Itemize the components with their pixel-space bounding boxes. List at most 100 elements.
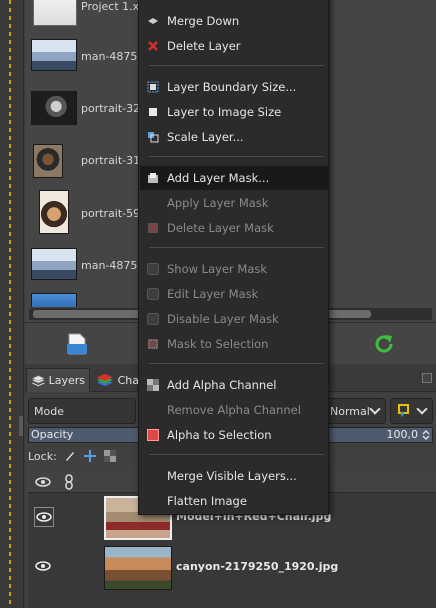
layer-context-menu: Merge Down Delete Layer Layer Boundary S… bbox=[138, 0, 329, 515]
lock-row: Lock: bbox=[28, 447, 117, 465]
visibility-toggle[interactable] bbox=[34, 507, 54, 527]
mode-label-box: Mode bbox=[28, 398, 136, 424]
menu-item-label: Alpha to Selection bbox=[167, 428, 272, 442]
menu-item-scale-layer[interactable]: Scale Layer... bbox=[140, 125, 328, 149]
menu-item-label: Add Layer Mask... bbox=[167, 171, 270, 185]
mode-label: Mode bbox=[34, 404, 64, 418]
chain-icon bbox=[65, 474, 73, 490]
lock-pixels-icon[interactable] bbox=[63, 449, 77, 463]
tab-channels-label: Cha bbox=[117, 373, 139, 387]
merge-down-icon bbox=[148, 18, 158, 24]
tab-layers[interactable]: Layers bbox=[26, 368, 90, 392]
chevron-down-icon bbox=[416, 403, 428, 415]
menu-item-label: Apply Layer Mask bbox=[167, 196, 269, 210]
menu-item-layer-to-image-size[interactable]: Layer to Image Size bbox=[140, 100, 328, 124]
menu-separator bbox=[149, 363, 324, 364]
chevron-down-icon bbox=[369, 403, 381, 415]
mask-to-selection-icon bbox=[148, 339, 158, 349]
document-icon bbox=[67, 333, 87, 355]
checkbox-icon bbox=[147, 263, 159, 275]
menu-item-label: Flatten Image bbox=[167, 494, 247, 508]
menu-item-delete-layer-mask[interactable]: Delete Layer Mask bbox=[140, 216, 328, 240]
alpha-checker-icon bbox=[147, 379, 159, 391]
selection-marching-ants bbox=[9, 0, 11, 608]
open-image-button[interactable] bbox=[61, 328, 93, 360]
channels-icon bbox=[96, 373, 113, 387]
layers-icon bbox=[31, 374, 46, 386]
lock-position-icon[interactable] bbox=[83, 449, 97, 463]
delete-mask-icon bbox=[148, 223, 158, 233]
menu-separator bbox=[149, 65, 324, 66]
menu-item-label: Merge Visible Layers... bbox=[167, 469, 297, 483]
menu-separator bbox=[149, 454, 324, 455]
image-thumbnail bbox=[31, 248, 77, 280]
menu-item-alpha-to-selection[interactable]: Alpha to Selection bbox=[140, 423, 328, 447]
image-thumbnail bbox=[39, 190, 69, 234]
delete-icon bbox=[148, 41, 158, 51]
image-thumbnail bbox=[33, 0, 77, 26]
reload-button[interactable] bbox=[368, 328, 400, 360]
image-name: portrait-59 bbox=[81, 207, 141, 220]
menu-item-label: Layer to Image Size bbox=[167, 105, 282, 119]
alpha-to-selection-icon bbox=[147, 429, 159, 441]
layer-row[interactable]: canyon-2179250_1920.jpg bbox=[28, 544, 436, 592]
opacity-value: 100,0 bbox=[386, 428, 419, 441]
layer-to-image-icon bbox=[149, 108, 157, 116]
menu-item-delete-layer[interactable]: Delete Layer bbox=[140, 34, 328, 58]
menu-item-layer-boundary-size[interactable]: Layer Boundary Size... bbox=[140, 75, 328, 99]
menu-item-mask-to-selection[interactable]: Mask to Selection bbox=[140, 332, 328, 356]
menu-item-label: Scale Layer... bbox=[167, 130, 244, 144]
tab-channels[interactable]: Cha bbox=[91, 368, 143, 392]
eye-icon bbox=[36, 512, 52, 522]
visibility-toggle[interactable] bbox=[34, 557, 54, 577]
scale-layer-icon bbox=[148, 132, 159, 143]
menu-separator bbox=[149, 156, 324, 157]
menu-item-apply-layer-mask[interactable]: Apply Layer Mask bbox=[140, 191, 328, 215]
gimp-window: Project 1.xc man-48756 portrait-320 port… bbox=[0, 0, 436, 608]
menu-item-label: Disable Layer Mask bbox=[167, 312, 279, 326]
menu-item-add-alpha-channel[interactable]: Add Alpha Channel bbox=[140, 373, 328, 397]
eye-icon bbox=[35, 477, 51, 487]
boundary-size-icon bbox=[147, 81, 159, 93]
menu-separator bbox=[149, 247, 324, 248]
layer-thumbnail bbox=[104, 546, 172, 590]
tab-layers-label: Layers bbox=[48, 374, 85, 387]
menu-item-remove-alpha-channel[interactable]: Remove Alpha Channel bbox=[140, 398, 328, 422]
image-thumbnail bbox=[31, 293, 77, 307]
dock-resize-handle[interactable] bbox=[19, 416, 23, 436]
menu-item-label: Merge Down bbox=[167, 14, 240, 28]
menu-item-edit-layer-mask[interactable]: Edit Layer Mask bbox=[140, 282, 328, 306]
image-thumbnail bbox=[33, 144, 63, 178]
mode-value: Normal bbox=[330, 404, 370, 418]
eye-icon bbox=[35, 561, 51, 571]
refresh-icon bbox=[375, 335, 393, 353]
menu-item-label: Mask to Selection bbox=[167, 337, 269, 351]
opacity-label: Opacity bbox=[31, 428, 74, 441]
image-name: man-48756 bbox=[81, 50, 145, 63]
mode-select[interactable]: Normal bbox=[324, 398, 386, 424]
menu-item-label: Show Layer Mask bbox=[167, 262, 268, 276]
layer-name: canyon-2179250_1920.jpg bbox=[176, 560, 339, 573]
menu-item-label: Add Alpha Channel bbox=[167, 378, 277, 392]
composite-mode-select[interactable] bbox=[390, 398, 433, 424]
lock-label: Lock: bbox=[28, 449, 57, 463]
menu-item-label: Delete Layer Mask bbox=[167, 221, 274, 235]
menu-item-label: Layer Boundary Size... bbox=[167, 80, 297, 94]
menu-item-add-layer-mask[interactable]: Add Layer Mask... bbox=[140, 166, 328, 190]
menu-item-label: Remove Alpha Channel bbox=[167, 403, 301, 417]
menu-item-label: Edit Layer Mask bbox=[167, 287, 259, 301]
menu-item-disable-layer-mask[interactable]: Disable Layer Mask bbox=[140, 307, 328, 331]
menu-item-merge-down[interactable]: Merge Down bbox=[140, 9, 328, 33]
lock-alpha-icon[interactable] bbox=[103, 449, 117, 463]
image-name: Project 1.xc bbox=[81, 0, 145, 13]
menu-item-show-layer-mask[interactable]: Show Layer Mask bbox=[140, 257, 328, 281]
spin-arrows-icon[interactable] bbox=[421, 429, 431, 441]
menu-item-label: Delete Layer bbox=[167, 39, 241, 53]
composite-icon bbox=[398, 404, 409, 417]
checkbox-icon bbox=[147, 313, 159, 325]
tab-menu-button[interactable] bbox=[422, 373, 432, 383]
image-thumbnail bbox=[31, 39, 77, 71]
menu-item-merge-visible-layers[interactable]: Merge Visible Layers... bbox=[140, 464, 328, 488]
menu-item-flatten-image[interactable]: Flatten Image bbox=[140, 489, 328, 513]
image-thumbnail bbox=[31, 91, 77, 125]
